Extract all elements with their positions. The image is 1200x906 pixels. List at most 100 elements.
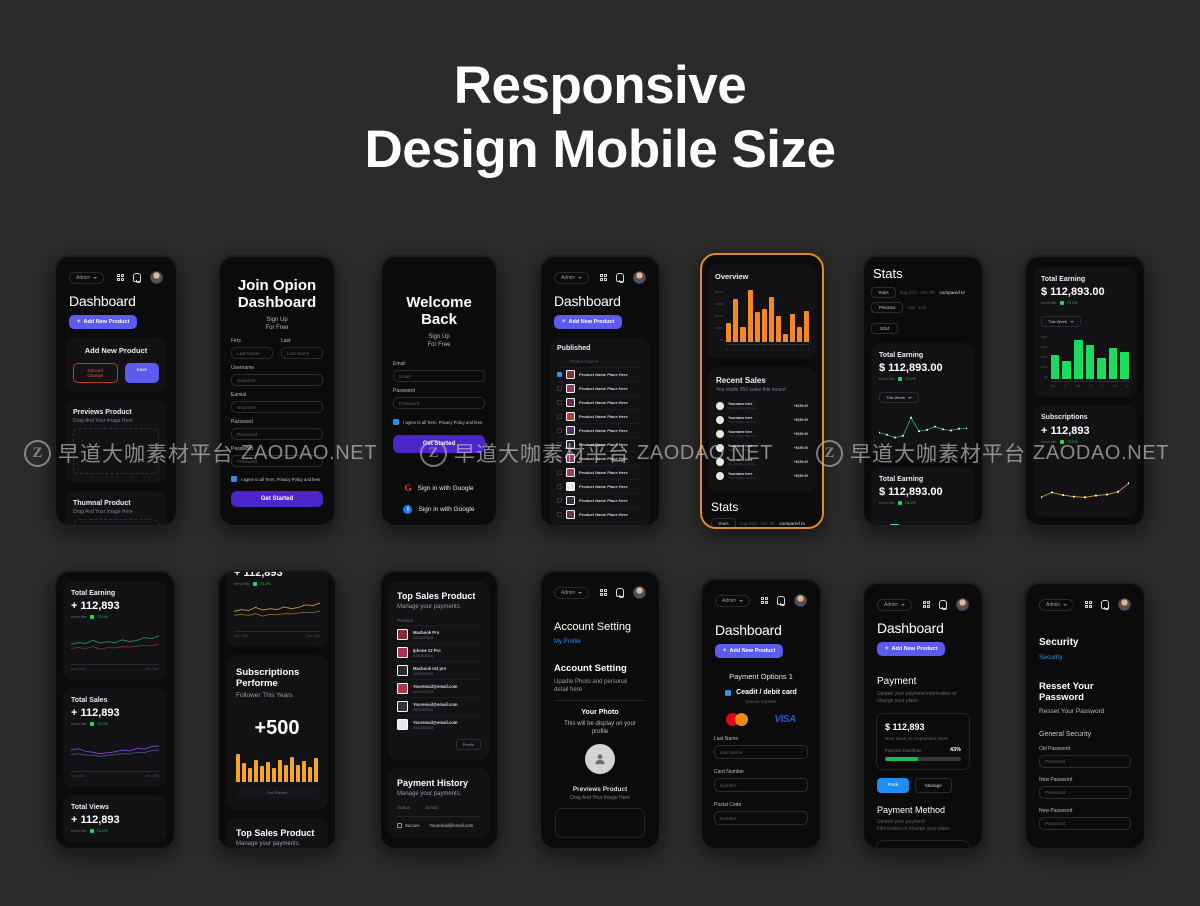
terms-checkbox[interactable]	[231, 476, 237, 482]
row-checkbox[interactable]	[557, 372, 562, 377]
email-input[interactable]: Email	[393, 370, 485, 382]
bell-icon[interactable]	[616, 273, 624, 283]
credit-card-checkbox[interactable]	[725, 689, 732, 696]
apps-grid-icon[interactable]	[599, 273, 607, 282]
row-checkbox[interactable]	[557, 512, 562, 517]
image-dropzone[interactable]	[73, 519, 159, 525]
table-row[interactable]: Iphone 12 Pro 02/10/2024	[397, 643, 481, 661]
last-name-input[interactable]: Last Name	[714, 745, 808, 759]
my-profile-link[interactable]: My Profile	[554, 639, 650, 645]
bell-icon[interactable]	[133, 273, 141, 283]
admin-dropdown[interactable]: Admin	[69, 271, 105, 284]
row-checkbox[interactable]	[557, 400, 562, 405]
apps-grid-icon[interactable]	[922, 600, 930, 609]
chip-date-range[interactable]: Aug 2011 - Dec 9th	[900, 290, 936, 295]
avatar-placeholder[interactable]	[585, 744, 615, 774]
password-input[interactable]: Password	[393, 397, 485, 409]
row-checkbox[interactable]	[557, 386, 562, 391]
bell-icon[interactable]	[777, 596, 785, 606]
apps-grid-icon[interactable]	[760, 596, 768, 605]
chip-years[interactable]: Years	[871, 287, 896, 298]
table-row[interactable]: Youremail@email.com 02/10/2024	[397, 715, 481, 733]
avatar[interactable]	[794, 594, 807, 607]
list-item[interactable]: Product Name Place Here	[557, 409, 643, 423]
row-checkbox[interactable]	[557, 428, 562, 433]
security-link[interactable]: Security	[1039, 654, 1135, 661]
image-dropzone[interactable]	[73, 428, 159, 474]
first-name-input[interactable]: Last Name	[231, 347, 273, 359]
table-row[interactable]: Macbook Pro 02/10/2024	[397, 625, 481, 643]
password-confirm-input[interactable]: Password	[231, 455, 323, 467]
list-item[interactable]: Product Name Place Here	[557, 451, 643, 465]
card-number-input[interactable]: Number	[714, 778, 808, 792]
previous-button[interactable]: Previo	[455, 739, 481, 750]
discard-change-button[interactable]: Discard Change	[73, 363, 118, 383]
terms-checkbox[interactable]	[393, 419, 399, 425]
google-signin-button[interactable]: G Sign in with Google	[393, 483, 485, 493]
apps-grid-icon[interactable]	[1084, 600, 1092, 609]
email-input[interactable]: Nuumber	[231, 401, 323, 413]
list-item[interactable]: Product Name Place Here	[557, 507, 643, 521]
row-checkbox[interactable]	[557, 484, 562, 489]
list-item[interactable]: Product Name Place Here	[557, 367, 643, 381]
table-row[interactable]: Macbook m3 pro 02/10/2024	[397, 661, 481, 679]
table-row[interactable]: Youremail@email.com 02/10/2024	[397, 697, 481, 715]
admin-dropdown[interactable]: Admin	[1039, 598, 1075, 611]
bell-icon[interactable]	[1101, 600, 1109, 610]
list-item[interactable]: Product Name Place Here	[557, 381, 643, 395]
chip-previous[interactable]: Previous	[871, 302, 904, 313]
new-password-input[interactable]: Password	[1039, 786, 1131, 799]
period-dropdown[interactable]: This Week	[1041, 316, 1081, 327]
manage-button[interactable]: Manage	[915, 777, 952, 793]
list-item[interactable]: Product Name Place Here	[557, 423, 643, 437]
add-new-product-button[interactable]: + Add New Product	[715, 644, 784, 658]
old-password-input[interactable]: Password	[1039, 755, 1131, 768]
list-item[interactable]: Product Name Place Here	[557, 395, 643, 409]
list-item[interactable]: Product Name Place Here	[557, 479, 643, 493]
admin-dropdown[interactable]: Admin	[554, 271, 590, 284]
chip-edit[interactable]: Edit	[919, 305, 926, 310]
apps-grid-icon[interactable]	[116, 273, 124, 282]
list-item[interactable]: Product Name Place Here	[557, 493, 643, 507]
table-row[interactable]: Youremail@email.com 02/10/2024	[397, 679, 481, 697]
add-new-product-button[interactable]: + Add New Product	[69, 315, 138, 329]
admin-dropdown[interactable]: Admin	[877, 598, 913, 611]
bell-icon[interactable]	[939, 600, 947, 610]
list-item[interactable]: Product Name Place Here	[557, 437, 643, 451]
last-name-input[interactable]: Last Name	[281, 347, 323, 359]
pack-button[interactable]: Pack	[877, 777, 910, 793]
get-started-button[interactable]: Get Started	[231, 491, 323, 507]
apps-grid-icon[interactable]	[599, 588, 607, 597]
admin-dropdown[interactable]: Admin	[715, 594, 751, 607]
period-dropdown[interactable]: This Week	[879, 392, 919, 403]
add-new-product-button[interactable]: + Add New Product	[554, 315, 623, 329]
row-checkbox[interactable]	[557, 470, 562, 475]
list-item[interactable]: Product Name Place Here	[557, 465, 643, 479]
admin-dropdown[interactable]: Admin	[554, 586, 590, 599]
username-input[interactable]: Nuumber	[231, 374, 323, 386]
avatar[interactable]	[633, 586, 646, 599]
save-button[interactable]: Save	[124, 363, 159, 383]
password-input[interactable]: Password	[231, 428, 323, 440]
row-checkbox[interactable]	[557, 442, 562, 447]
new-password-confirm-input[interactable]: Password	[1039, 817, 1131, 830]
image-dropzone[interactable]	[555, 808, 645, 838]
row-checkbox[interactable]	[557, 456, 562, 461]
avatar[interactable]	[150, 271, 163, 284]
bell-icon[interactable]	[616, 588, 624, 598]
stats-chip-years[interactable]: Years	[711, 518, 736, 527]
row-checkbox[interactable]	[557, 498, 562, 503]
row-checkbox[interactable]	[557, 414, 562, 419]
get-started-button[interactable]: Get Started	[236, 787, 318, 798]
avatar[interactable]	[1118, 598, 1131, 611]
chip-year[interactable]: 2024	[871, 323, 899, 334]
paypal-method-row[interactable]: P PayPal	[876, 839, 970, 848]
postal-code-input[interactable]: Number	[714, 811, 808, 825]
chip-add[interactable]: Add	[907, 305, 914, 310]
stats-chip-range[interactable]: Aug 2011 - Dec 9th	[740, 521, 776, 526]
avatar[interactable]	[956, 598, 969, 611]
get-started-button[interactable]: Get Started	[393, 435, 485, 453]
avatar[interactable]	[633, 271, 646, 284]
add-new-product-button[interactable]: + Add New Product	[877, 642, 946, 656]
facebook-signin-button[interactable]: f Sign in with Google	[393, 505, 485, 514]
